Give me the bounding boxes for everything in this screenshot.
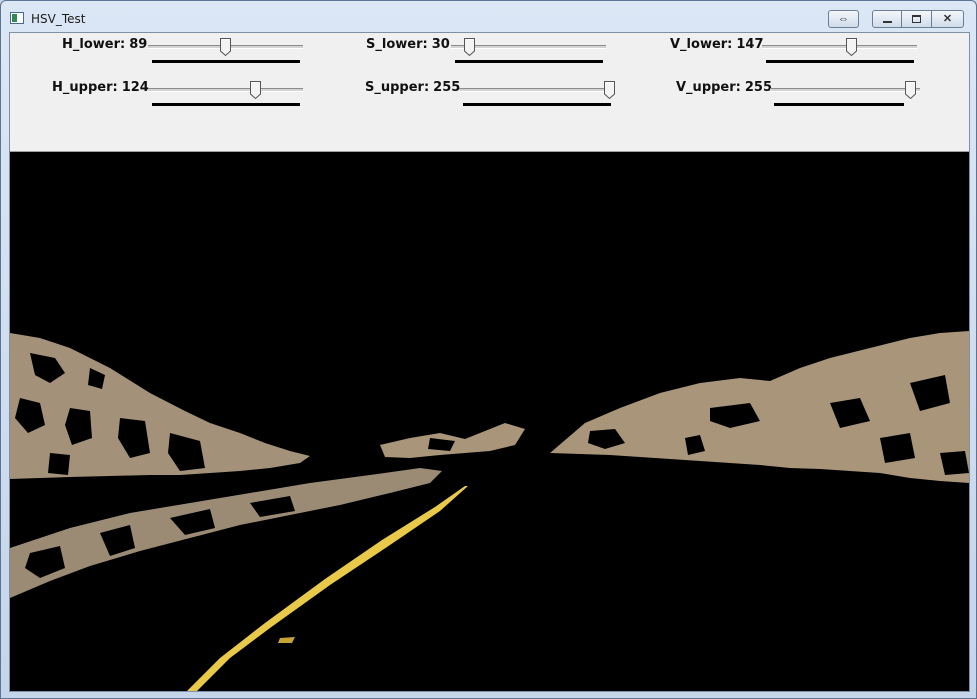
maximize-icon — [912, 15, 921, 23]
h-upper-track[interactable] — [148, 88, 303, 92]
v-upper-thumb[interactable] — [905, 81, 916, 99]
image-view — [10, 153, 969, 691]
h-lower-bar — [152, 60, 300, 63]
v-lower-thumb[interactable] — [846, 38, 858, 56]
h-upper-bar — [152, 103, 300, 106]
h-upper-thumb[interactable] — [250, 81, 262, 99]
v-upper-name: V_upper: — [676, 80, 741, 95]
minimize-icon — [882, 21, 892, 23]
s-upper-track[interactable] — [459, 88, 614, 92]
maximize-button[interactable] — [902, 10, 932, 28]
v-upper-label: V_upper: 255 — [676, 80, 772, 95]
resize-arrows-button[interactable]: ⇔ — [828, 10, 859, 28]
s-lower-bar — [455, 60, 603, 63]
v-lower-bar — [766, 60, 914, 63]
v-upper-track[interactable] — [770, 88, 920, 92]
title-bar[interactable]: HSV_Test ⇔ ✕ — [1, 1, 976, 31]
s-lower-value: 30 — [431, 37, 450, 52]
s-upper-name: S_upper: — [365, 80, 430, 95]
app-window: HSV_Test ⇔ ✕ H_lower: 89 S_lower: 30 V_l… — [0, 0, 977, 699]
double-arrow-icon: ⇔ — [838, 12, 849, 25]
s-lower-label: S_lower: 30 — [366, 37, 450, 52]
s-upper-thumb[interactable] — [604, 81, 615, 99]
thresholded-road-image — [10, 153, 969, 691]
app-window-icon — [10, 12, 24, 24]
v-lower-name: V_lower: — [670, 37, 733, 52]
s-lower-name: S_lower: — [366, 37, 428, 52]
s-upper-value: 255 — [433, 80, 461, 95]
trackbar-panel: H_lower: 89 S_lower: 30 V_lower: 147 H_uppe… — [10, 33, 969, 152]
h-lower-thumb[interactable] — [220, 38, 232, 56]
close-button[interactable]: ✕ — [932, 10, 964, 28]
close-icon: ✕ — [942, 12, 953, 25]
window-client-area: H_lower: 89 S_lower: 30 V_lower: 147 H_uppe… — [9, 32, 970, 692]
h-upper-value: 124 — [121, 80, 149, 95]
h-lower-value: 89 — [129, 37, 148, 52]
s-upper-label: S_upper: 255 — [365, 80, 460, 95]
window-title: HSV_Test — [31, 12, 86, 26]
v-upper-bar — [774, 103, 904, 106]
v-lower-track[interactable] — [762, 45, 917, 49]
h-upper-label: H_upper: 124 — [52, 80, 149, 95]
v-upper-value: 255 — [744, 80, 772, 95]
h-upper-name: H_upper: — [52, 80, 118, 95]
minimize-button[interactable] — [872, 10, 902, 28]
s-upper-bar — [463, 103, 611, 106]
v-lower-value: 147 — [736, 37, 764, 52]
h-lower-label: H_lower: 89 — [62, 37, 147, 52]
s-lower-thumb[interactable] — [464, 38, 476, 56]
h-lower-name: H_lower: — [62, 37, 126, 52]
v-lower-label: V_lower: 147 — [670, 37, 764, 52]
